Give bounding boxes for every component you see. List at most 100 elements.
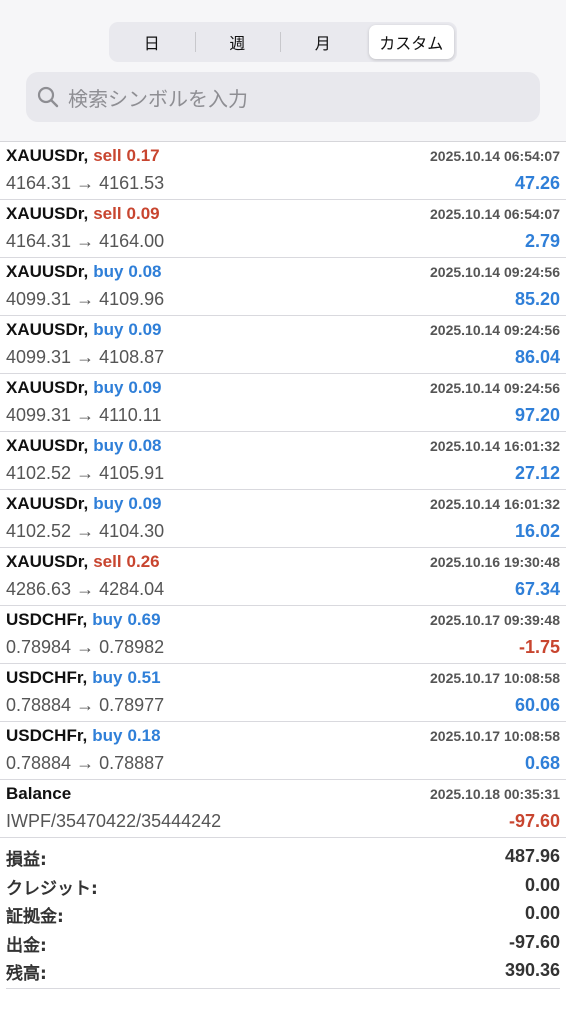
deal-side: sell — [93, 552, 122, 571]
deal-title: XAUUSDr, buy 0.09 — [6, 320, 162, 340]
deal-side: buy — [92, 726, 123, 745]
deal-profit: -1.75 — [518, 637, 560, 657]
deal-time: 2025.10.17 09:39:48 — [430, 612, 560, 628]
deal-row[interactable]: XAUUSDr, buy 0.09 4099.31 → 4108.87 2025.10.… — [0, 316, 566, 374]
tab-week[interactable]: 週 — [194, 22, 281, 62]
deal-row[interactable]: XAUUSDr, buy 0.08 4099.31 → 4109.96 2025.10.… — [0, 258, 566, 316]
tab-month[interactable]: 月 — [280, 22, 366, 62]
deal-title: XAUUSDr, buy 0.09 — [6, 494, 162, 514]
deal-profit: 67.34 — [514, 579, 560, 599]
deal-prices: 4099.31 → 4110.11 — [6, 405, 162, 425]
summary-row: 出金: -97.60 — [0, 928, 566, 957]
deal-row[interactable]: XAUUSDr, buy 0.09 4102.52 → 4104.30 2025.10.… — [0, 490, 566, 548]
deal-row[interactable]: XAUUSDr, sell 0.26 4286.63 → 4284.04 2025.10… — [0, 548, 566, 606]
divider — [6, 988, 560, 989]
deal-time: 2025.10.14 16:01:32 — [430, 496, 560, 512]
deal-side: buy — [93, 494, 124, 513]
summary-value: -97.60 — [508, 931, 560, 952]
deal-title: XAUUSDr, sell 0.09 — [6, 204, 160, 224]
tab-month-label: 月 — [314, 34, 331, 53]
deal-prices: 4102.52 → 4104.30 — [6, 521, 165, 541]
deal-row[interactable]: XAUUSDr, sell 0.09 4164.31 → 4164.00 2025.10… — [0, 200, 566, 258]
deal-side: buy — [93, 262, 124, 281]
deal-prices: 4164.31 → 4164.00 — [6, 231, 165, 251]
deal-volume: 0.26 — [126, 552, 160, 571]
summary-label: 残高: — [6, 964, 47, 985]
search-placeholder: 検索シンボルを入力 — [68, 86, 248, 111]
deal-title: USDCHFr, buy 0.69 — [6, 610, 161, 630]
deal-side: sell — [93, 204, 122, 223]
deal-symbol: XAUUSDr, — [6, 146, 89, 165]
summary-value: 0.00 — [524, 903, 560, 924]
deal-row[interactable]: USDCHFr, buy 0.69 0.78984 → 0.78982 2025.10.… — [0, 606, 566, 664]
deal-profit: 85.20 — [514, 289, 560, 309]
deal-volume: 0.09 — [128, 378, 162, 397]
deal-symbol: Balance — [6, 784, 72, 803]
deal-title: Balance — [6, 784, 71, 804]
deal-title: XAUUSDr, sell 0.17 — [6, 146, 160, 166]
summary-row: 証拠金: 0.00 — [0, 899, 566, 928]
summary-value: 0.00 — [524, 874, 560, 895]
deal-prices: 0.78884 → 0.78887 — [6, 753, 165, 773]
deal-profit: 97.20 — [514, 405, 560, 425]
deal-profit: 2.79 — [524, 231, 560, 251]
tab-custom[interactable]: カスタム — [368, 25, 454, 59]
tab-day[interactable]: 日 — [109, 22, 195, 62]
deal-side: buy — [93, 320, 124, 339]
deal-symbol: USDCHFr, — [6, 610, 88, 629]
deal-row[interactable]: XAUUSDr, sell 0.17 4164.31 → 4161.53 2025.10… — [0, 142, 566, 200]
search-icon — [37, 86, 59, 108]
deal-time: 2025.10.14 09:24:56 — [430, 380, 560, 396]
deal-volume: 0.09 — [128, 494, 162, 513]
summary-label: クレジット: — [6, 878, 98, 899]
search-input[interactable]: 検索シンボルを入力 — [26, 72, 540, 122]
deal-time: 2025.10.16 19:30:48 — [430, 554, 560, 570]
filter-header: 日 週 月 カスタム 検索シンボルを入力 — [0, 0, 566, 142]
deal-time: 2025.10.14 09:24:56 — [430, 322, 560, 338]
deal-time: 2025.10.17 10:08:58 — [430, 670, 560, 686]
deal-row[interactable]: USDCHFr, buy 0.51 0.78884 → 0.78977 2025.10.… — [0, 664, 566, 722]
deal-row[interactable]: XAUUSDr, buy 0.08 4102.52 → 4105.91 2025.10.… — [0, 432, 566, 490]
deal-time: 2025.10.14 16:01:32 — [430, 438, 560, 454]
deal-symbol: XAUUSDr, — [6, 378, 89, 397]
deal-prices: 4286.63 → 4284.04 — [6, 579, 165, 599]
summary-value: 390.36 — [504, 960, 560, 981]
deal-profit: 27.12 — [514, 463, 560, 483]
deal-volume: 0.08 — [128, 436, 162, 455]
deal-profit: 16.02 — [514, 521, 560, 541]
summary-label: 損益: — [6, 850, 47, 870]
deal-side: buy — [93, 378, 124, 397]
deal-title: XAUUSDr, buy 0.08 — [6, 262, 162, 282]
deal-symbol: XAUUSDr, — [6, 494, 89, 513]
deal-side: sell — [93, 146, 122, 165]
deal-time: 2025.10.14 06:54:07 — [430, 206, 560, 222]
deal-volume: 0.08 — [128, 262, 162, 281]
deal-symbol: USDCHFr, — [6, 726, 88, 745]
deal-row[interactable]: USDCHFr, buy 0.18 0.78884 → 0.78887 2025.10.… — [0, 722, 566, 780]
deal-row[interactable]: XAUUSDr, buy 0.09 4099.31 → 4110.11 2025.10.… — [0, 374, 566, 432]
summary-panel: 損益: 487.96 クレジット: 0.00 証拠金: 0.00 出金: -97.60 残高: 3… — [0, 842, 566, 985]
deal-time: 2025.10.18 00:35:31 — [430, 786, 560, 802]
deal-time: 2025.10.17 10:08:58 — [430, 728, 560, 744]
deal-volume: 0.17 — [126, 146, 160, 165]
deal-symbol: XAUUSDr, — [6, 262, 89, 281]
deal-symbol: XAUUSDr, — [6, 436, 89, 455]
summary-label: 証拠金: — [6, 907, 64, 928]
summary-value: 487.96 — [504, 846, 560, 866]
deal-title: USDCHFr, buy 0.18 — [6, 726, 161, 746]
deal-prices: 0.78884 → 0.78977 — [6, 695, 165, 715]
deal-row[interactable]: Balance IWPF/35470422/35444242 2025.10.18 … — [0, 780, 566, 838]
deal-prices: 4099.31 → 4108.87 — [6, 347, 165, 367]
deal-title: XAUUSDr, buy 0.09 — [6, 378, 162, 398]
deal-profit: 86.04 — [514, 347, 560, 367]
deal-time: 2025.10.14 06:54:07 — [430, 148, 560, 164]
deal-symbol: USDCHFr, — [6, 668, 88, 687]
period-segmented-control: 日 週 月 カスタム — [109, 22, 457, 62]
deal-profit: 47.26 — [514, 173, 560, 193]
deal-prices: 0.78984 → 0.78982 — [6, 637, 165, 657]
deal-time: 2025.10.14 09:24:56 — [430, 264, 560, 280]
deal-volume: 0.18 — [127, 726, 161, 745]
deal-volume: 0.69 — [127, 610, 161, 629]
summary-row: 残高: 390.36 — [0, 956, 566, 985]
tab-custom-label: カスタム — [379, 34, 444, 53]
